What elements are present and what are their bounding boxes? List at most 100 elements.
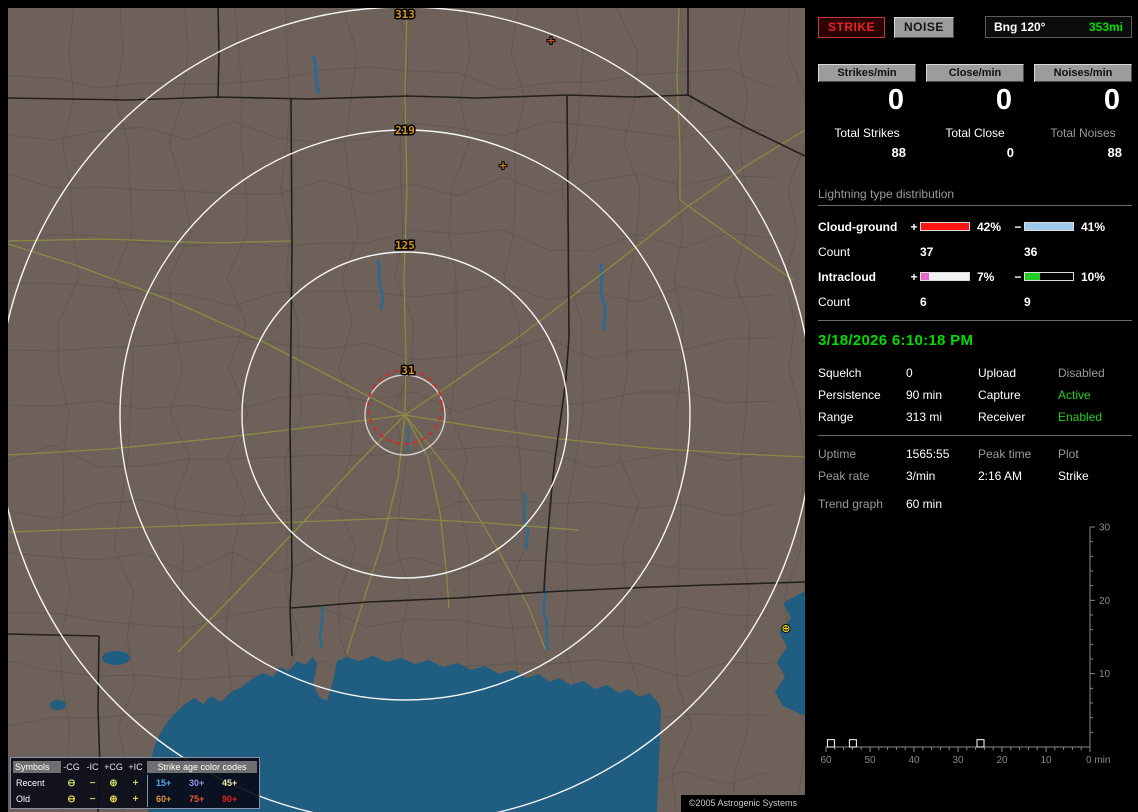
ring-label-125: 125 (395, 239, 415, 252)
age-75: 75+ (189, 794, 205, 804)
strikes-column: Strikes/min 0 Total Strikes 88 (818, 64, 916, 160)
trend-chart: 30 20 10 60 50 40 30 20 10 0 min (820, 523, 1111, 767)
session-stats: Uptime 1565:55 Peak time Plot Peak rate … (818, 447, 1132, 483)
intracloud-plus-bar (920, 272, 970, 282)
plot-value: Strike (1058, 469, 1089, 484)
intracloud-minus-bar (1024, 272, 1074, 282)
plus-sign: + (910, 269, 918, 284)
cloud-ground-minus-bar (1024, 222, 1074, 232)
cloud-ground-minus-count: 36 (1024, 244, 1038, 259)
intracloud-minus-count: 9 (1024, 294, 1031, 309)
total-noises-label: Total Noises (1050, 126, 1116, 141)
cloud-ground-plus-pct: 42% (977, 219, 1002, 234)
rate-counters: Strikes/min 0 Total Strikes 88 Close/min… (818, 64, 1132, 160)
close-per-min-label: Close/min (926, 64, 1024, 82)
receiver-settings: Squelch 0 Upload Disabled Persistence 90… (818, 366, 1132, 424)
trend-window-value: 60 min (906, 497, 943, 512)
pos-ic-old-icon: + (132, 793, 139, 805)
age-15: 15+ (156, 778, 172, 788)
legend-symbols-header: Symbols (13, 761, 61, 773)
svg-text:10: 10 (1099, 670, 1111, 681)
capture-label: Capture (978, 388, 1021, 403)
close-per-min-value: 0 (995, 84, 1012, 116)
count-label: Count (818, 244, 851, 259)
strikes-per-min-value: 0 (887, 84, 904, 116)
svg-text:20: 20 (1099, 596, 1111, 607)
peak-rate-value: 3/min (906, 469, 936, 484)
peak-time-label: Peak time (978, 447, 1032, 462)
strike-button[interactable]: STRIKE (818, 16, 886, 38)
persistence-value: 90 min (906, 388, 943, 403)
noise-button[interactable]: NOISE (894, 16, 954, 38)
noises-per-min-label: Noises/min (1034, 64, 1132, 82)
total-strikes-value: 88 (891, 145, 906, 161)
svg-text:30: 30 (952, 755, 964, 766)
intracloud-label: Intracloud (818, 269, 877, 284)
svg-text:10: 10 (1040, 755, 1052, 766)
svg-text:40: 40 (908, 755, 920, 766)
intracloud-minus-pct: 10% (1081, 269, 1106, 284)
ring-label-31: 31 (401, 364, 415, 377)
legend-col-header-pos-cg: +CG (104, 762, 123, 772)
strike-marker: + (546, 34, 555, 47)
uptime-label: Uptime (818, 447, 857, 462)
cloud-ground-minus-pct: 41% (1081, 219, 1106, 234)
ring-label-219: 219 (395, 124, 415, 137)
lake (50, 700, 66, 710)
svg-text:50: 50 (864, 755, 876, 766)
svg-text:20: 20 (996, 755, 1008, 766)
divider (818, 435, 1132, 437)
range-label: Range (818, 410, 854, 425)
count-row-cloud-ground: Count 37 36 (818, 244, 1132, 259)
count-label: Count (818, 294, 851, 309)
distribution-title: Lightning type distribution (818, 187, 1132, 207)
trend-header: Trend graph 60 min (818, 497, 1132, 511)
neg-ic-recent-icon: − (89, 777, 96, 789)
legend-old-label: Old (16, 794, 31, 804)
legend-col-header-neg-cg: -CG (63, 762, 80, 772)
bearing-label: Bng 120° (994, 20, 1046, 34)
map-panel: 313 219 125 31 + + ⊕ Symbols -CG -IC +CG… (8, 8, 805, 812)
cloud-ground-minus-fill (1025, 223, 1073, 231)
map-legend: Symbols -CG -IC +CG +IC Strike age color… (10, 757, 260, 809)
app-window: 313 219 125 31 + + ⊕ Symbols -CG -IC +CG… (0, 0, 1138, 812)
legend-age-header: Strike age color codes (147, 761, 257, 773)
pos-cg-recent-icon: ⊕ (109, 777, 118, 789)
legend-recent-label: Recent (16, 778, 45, 788)
map[interactable]: 313 219 125 31 + + ⊕ (8, 8, 805, 812)
pos-ic-recent-icon: + (132, 777, 139, 789)
legend-age-row-recent: 15+ 30+ 45+ (147, 775, 257, 791)
age-90: 90+ (222, 794, 238, 804)
receiver-status: Enabled (1058, 410, 1103, 425)
intracloud-plus-pct: 7% (977, 269, 995, 284)
mode-toolbar: STRIKE NOISE Bng 120° 353mi (818, 16, 1132, 38)
intracloud-plus-fill (921, 273, 929, 281)
squelch-label: Squelch (818, 366, 862, 381)
receiver-label: Receiver (978, 410, 1026, 425)
close-column: Close/min 0 Total Close 0 (926, 64, 1024, 160)
minus-sign: − (1014, 219, 1022, 234)
trend-graph-label: Trend graph (818, 497, 883, 512)
current-timestamp: 3/18/2026 6:10:18 PM (818, 332, 974, 350)
upload-status: Disabled (1058, 366, 1105, 381)
bearing-readout: Bng 120° 353mi (985, 16, 1132, 38)
noises-column: Noises/min 0 Total Noises 88 (1034, 64, 1132, 160)
copyright-credit: ©2005 Astrogenic Systems (680, 795, 805, 812)
cloud-ground-label: Cloud-ground (818, 219, 898, 234)
squelch-value: 0 (906, 366, 913, 381)
count-row-intracloud: Count 6 9 (818, 294, 1132, 309)
cloud-ground-plus-fill (921, 223, 969, 231)
total-close-value: 0 (1006, 145, 1014, 161)
neg-cg-old-icon: ⊖ (67, 793, 76, 805)
lake (102, 651, 130, 665)
distribution-row-cloud-ground: Cloud-ground + 42% − 41% (818, 219, 1132, 234)
neg-ic-old-icon: − (89, 793, 96, 805)
plus-sign: + (910, 219, 918, 234)
total-strikes-label: Total Strikes (834, 126, 900, 141)
age-60: 60+ (156, 794, 172, 804)
minus-sign: − (1014, 269, 1022, 284)
svg-text:60: 60 (820, 755, 832, 766)
persistence-label: Persistence (818, 388, 881, 403)
pos-cg-old-icon: ⊕ (109, 793, 118, 805)
ring-label-313: 313 (395, 8, 415, 21)
